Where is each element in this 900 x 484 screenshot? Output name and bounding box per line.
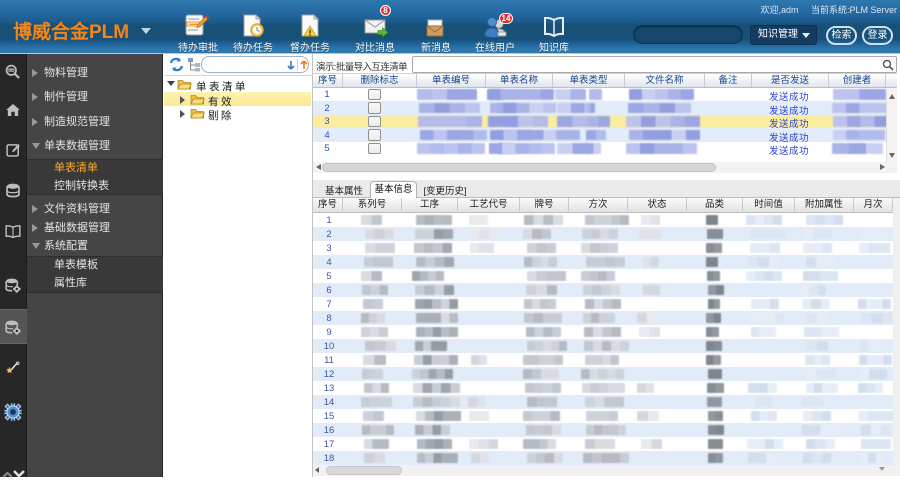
- svg-text:BOM: BOM: [8, 69, 16, 73]
